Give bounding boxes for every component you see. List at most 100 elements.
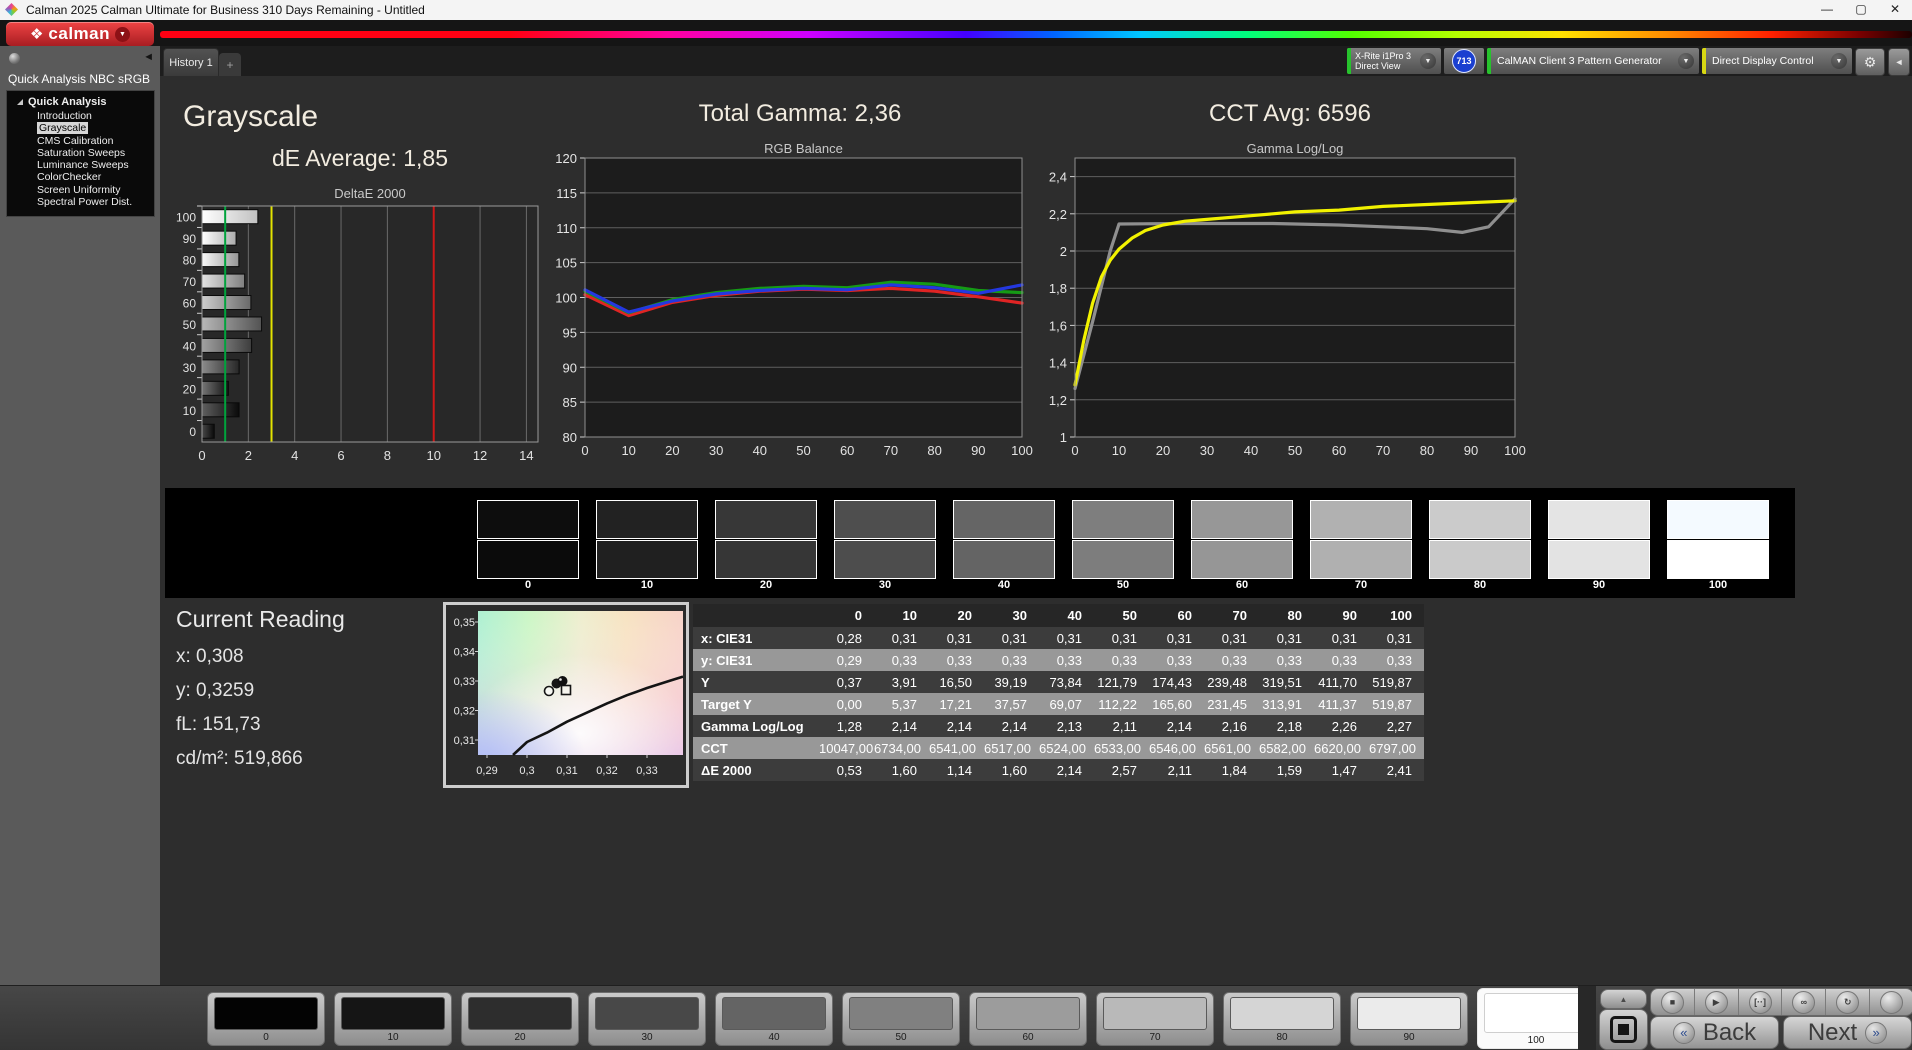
- chevron-down-icon[interactable]: ▼: [1678, 53, 1694, 69]
- table-column-header: 40: [1039, 608, 1094, 623]
- table-row-cct: CCT10047,006734,006541,006517,006524,006…: [693, 737, 1424, 759]
- reading-fl: fL: 151,73: [176, 714, 261, 736]
- sidebar-tree-items: IntroductionGrayscaleCMS CalibrationSatu…: [7, 110, 154, 208]
- display-control-label: Direct Display Control: [1706, 55, 1826, 67]
- table-column-header: 0: [819, 608, 874, 623]
- table-cell: 1,47: [1314, 763, 1369, 778]
- svg-text:70: 70: [1376, 443, 1390, 458]
- settings-button[interactable]: ⚙: [1855, 48, 1885, 76]
- table-cell: 0,31: [1149, 631, 1204, 646]
- sidebar-item-introduction[interactable]: Introduction: [37, 110, 154, 122]
- next-button[interactable]: Next »: [1783, 1016, 1912, 1049]
- stop-button[interactable]: ■: [1651, 989, 1695, 1015]
- next-label: Next: [1808, 1019, 1857, 1047]
- svg-text:0,34: 0,34: [454, 647, 475, 659]
- loop-icon: ∞: [1792, 991, 1815, 1014]
- blank-button[interactable]: [1870, 989, 1912, 1015]
- actual-swatch-30: [834, 500, 936, 539]
- pattern-button-70[interactable]: 70: [1096, 992, 1214, 1046]
- display-control-selector[interactable]: Direct Display Control ▼: [1702, 48, 1852, 74]
- chevron-down-icon[interactable]: ▼: [1831, 53, 1847, 69]
- table-cell: 0,33: [1204, 653, 1259, 668]
- pattern-button-40[interactable]: 40: [715, 992, 833, 1046]
- pattern-button-80[interactable]: 80: [1223, 992, 1341, 1046]
- pattern-window-button[interactable]: [1599, 1009, 1648, 1050]
- sidebar-item-label: Introduction: [37, 110, 92, 122]
- calman-logo-button[interactable]: ❖ calman ▼: [6, 22, 154, 46]
- table-cell: 2,18: [1259, 719, 1314, 734]
- sidebar-item-label: ColorChecker: [37, 171, 101, 183]
- table-column-header: 70: [1204, 608, 1259, 623]
- table-cell: 2,14: [929, 719, 984, 734]
- add-tab-button[interactable]: +: [219, 53, 241, 76]
- refresh-button[interactable]: ↻: [1826, 989, 1870, 1015]
- cie-1931-chart: 0,350,340,330,320,310,290,30,310,320,33: [446, 605, 686, 785]
- swatch-level-label: 30: [834, 579, 936, 591]
- table-cell: 6517,00: [984, 741, 1039, 756]
- meter-reading-badge-box: 713: [1444, 48, 1484, 74]
- sidebar-item-colorchecker[interactable]: ColorChecker: [37, 171, 154, 183]
- pattern-button-0[interactable]: 0: [207, 992, 325, 1046]
- maximize-button[interactable]: ▢: [1844, 0, 1878, 20]
- tab-history-1[interactable]: History 1: [163, 48, 219, 77]
- loop-button[interactable]: ∞: [1782, 989, 1826, 1015]
- sidebar-item-saturation-sweeps[interactable]: Saturation Sweeps: [37, 147, 154, 159]
- tree-expander-icon[interactable]: [17, 99, 23, 105]
- table-cell: 0,31: [1314, 631, 1369, 646]
- deltae-chart-title: DeltaE 2000: [200, 186, 540, 201]
- svg-text:0,31: 0,31: [556, 765, 577, 777]
- table-cell: 10047,00: [819, 741, 874, 756]
- deltae-2000-chart: 100908070605040302010002468101214: [168, 200, 560, 466]
- svg-text:100: 100: [1011, 443, 1033, 458]
- pattern-button-20[interactable]: 20: [461, 992, 579, 1046]
- refresh-icon: ↻: [1836, 991, 1859, 1014]
- table-header-row: 0102030405060708090100: [693, 604, 1424, 627]
- table-cell: 0,33: [1039, 653, 1094, 668]
- table-cell: 231,45: [1204, 697, 1259, 712]
- sidebar-item-screen-uniformity[interactable]: Screen Uniformity: [37, 184, 154, 196]
- tree-root-quick-analysis[interactable]: Quick Analysis: [17, 96, 154, 108]
- sidebar-item-label: CMS Calibration: [37, 135, 113, 147]
- pattern-button-50[interactable]: 50: [842, 992, 960, 1046]
- sidebar-item-grayscale[interactable]: Grayscale: [37, 122, 154, 134]
- table-row-label: Target Y: [693, 697, 819, 712]
- pattern-generator-selector[interactable]: CalMAN Client 3 Pattern Generator ▼: [1487, 48, 1699, 74]
- pattern-button-90[interactable]: 90: [1350, 992, 1468, 1046]
- grayscale-title: Grayscale: [183, 100, 318, 134]
- pattern-swatch: [1484, 993, 1588, 1033]
- svg-text:0,32: 0,32: [596, 765, 617, 777]
- back-button[interactable]: « Back: [1650, 1016, 1779, 1049]
- table-cell: 0,31: [1259, 631, 1314, 646]
- sequence-button[interactable]: [··]: [1739, 989, 1783, 1015]
- sidebar-collapse-icon[interactable]: ◄: [143, 51, 154, 63]
- pattern-label: 20: [462, 1032, 578, 1043]
- pattern-button-10[interactable]: 10: [334, 992, 452, 1046]
- chevron-down-icon[interactable]: ▼: [1420, 53, 1436, 69]
- sidebar-item-luminance-sweeps[interactable]: Luminance Sweeps: [37, 159, 154, 171]
- table-row-label: Gamma Log/Log: [693, 719, 819, 734]
- svg-text:0,32: 0,32: [454, 706, 475, 718]
- pattern-panel-up-button[interactable]: ▲: [1600, 989, 1647, 1009]
- target-swatch-80: [1429, 540, 1531, 579]
- table-cell: 0,33: [1094, 653, 1149, 668]
- swatch-level-label: 0: [477, 579, 579, 591]
- pattern-button-30[interactable]: 30: [588, 992, 706, 1046]
- logo-dropdown-icon[interactable]: ▼: [115, 27, 130, 42]
- blank-icon: [1880, 991, 1903, 1014]
- sidebar-item-spectral-power-dist-[interactable]: Spectral Power Dist.: [37, 196, 154, 208]
- sidebar-item-cms-calibration[interactable]: CMS Calibration: [37, 135, 154, 147]
- svg-text:10: 10: [621, 443, 635, 458]
- svg-text:10: 10: [183, 404, 197, 418]
- svg-text:1: 1: [1060, 430, 1067, 445]
- minimize-button[interactable]: —: [1810, 0, 1844, 20]
- meter-selector[interactable]: X-Rite i1Pro 3 Direct View ▼: [1347, 48, 1441, 74]
- pattern-button-60[interactable]: 60: [969, 992, 1087, 1046]
- svg-text:50: 50: [183, 318, 197, 332]
- svg-text:105: 105: [556, 256, 577, 271]
- play-button[interactable]: ▶: [1695, 989, 1739, 1015]
- pattern-label: 10: [335, 1032, 451, 1043]
- swatch-level-label: 20: [715, 579, 817, 591]
- close-button[interactable]: ✕: [1878, 0, 1912, 20]
- collapse-panel-button[interactable]: ◄: [1888, 48, 1910, 76]
- svg-text:95: 95: [563, 325, 577, 340]
